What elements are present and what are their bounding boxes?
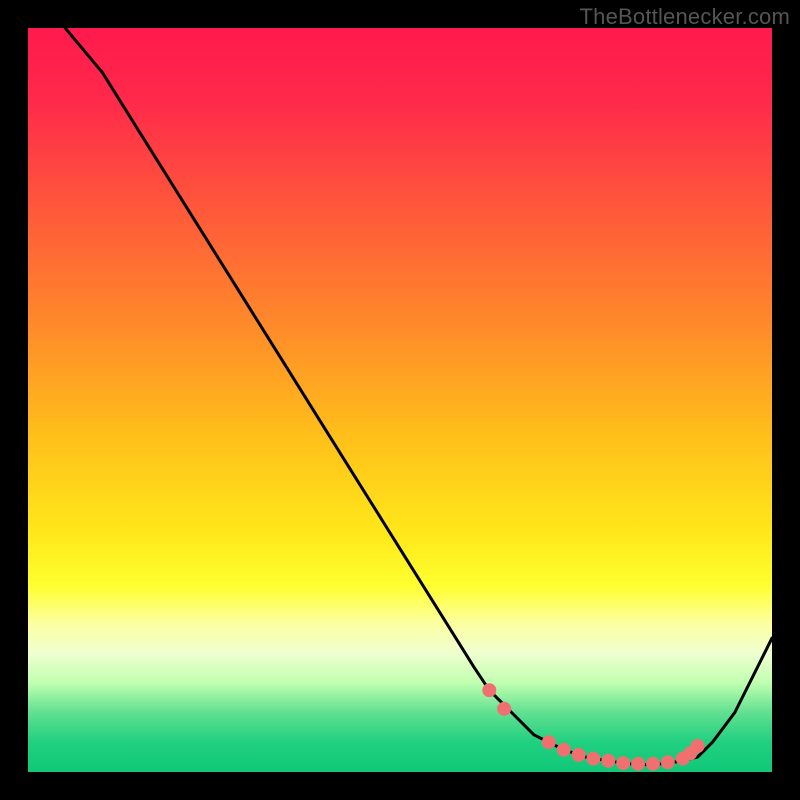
curve-marker [646,757,660,771]
gradient-background [28,28,772,772]
chart-svg [28,28,772,772]
curve-marker [691,739,705,753]
plot-area [28,28,772,772]
watermark-text: TheBottlenecker.com [580,4,790,30]
curve-marker [497,702,511,716]
curve-marker [557,743,571,757]
curve-marker [586,752,600,766]
curve-marker [661,755,675,769]
curve-marker [542,735,556,749]
chart-frame: TheBottlenecker.com [0,0,800,800]
curve-marker [601,754,615,768]
curve-marker [616,756,630,770]
curve-marker [572,748,586,762]
curve-marker [482,683,496,697]
curve-marker [631,757,645,771]
